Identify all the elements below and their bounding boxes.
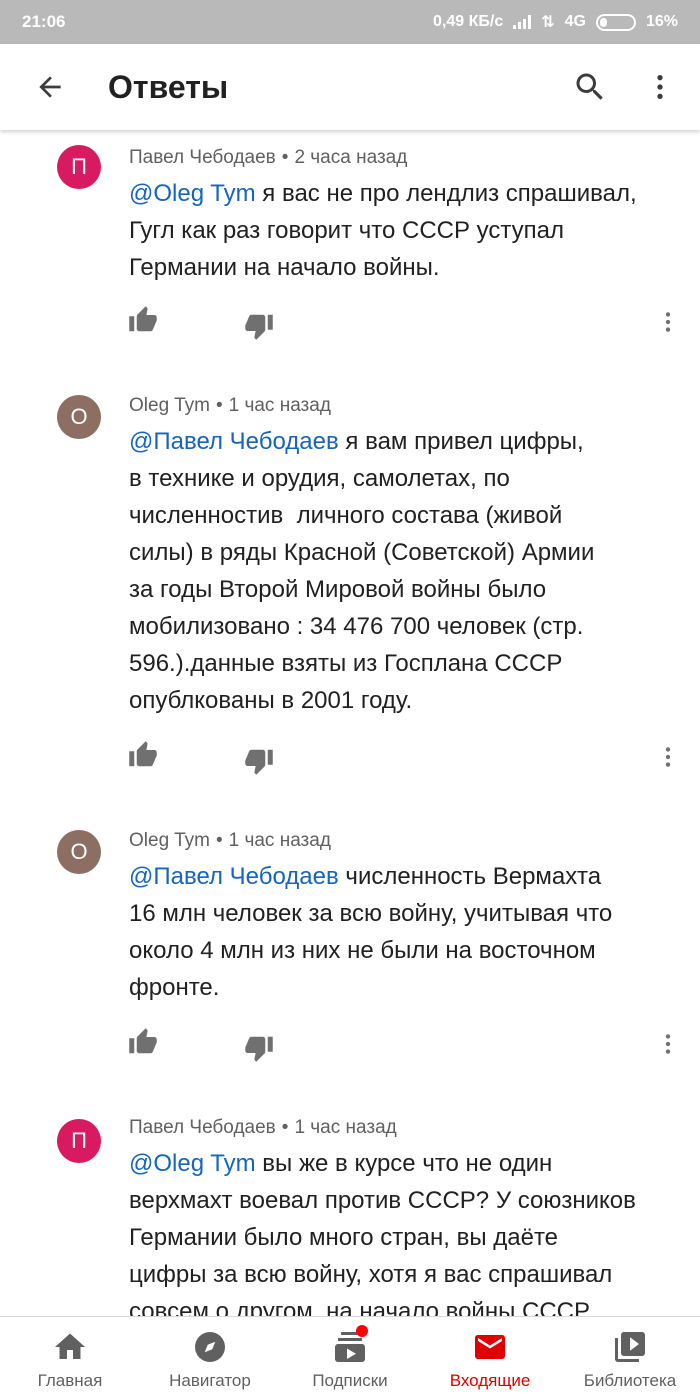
bottom-navigation: Главная Навигатор Подписки Входящие Библ… [0,1316,700,1400]
comment-author[interactable]: Павел Чебодаев [129,1117,276,1138]
notification-dot [356,1325,368,1337]
avatar[interactable]: O [57,830,101,874]
comment-menu-button[interactable] [655,742,681,777]
comment-mention[interactable]: @Oleg Tym [129,1150,256,1177]
comment-text: @Павел Чебодаев численность Вермахта 16 … [129,858,670,1006]
comment-meta: Oleg Tym • 1 час назад [129,393,670,419]
search-icon [576,73,603,100]
more-vert-icon [665,1034,671,1054]
comment-author[interactable]: Павел Чебодаев [129,147,276,168]
comment-body: я вам привел цифры, в технике и орудия, … [129,428,595,714]
comment-time: 2 часа назад [294,147,408,168]
battery-level: 16% [645,13,678,30]
more-vert-icon [665,747,671,767]
nav-subscriptions[interactable]: Подписки [280,1317,420,1400]
avatar-letter: O [70,404,88,429]
thumb-up-icon [129,1028,157,1054]
nav-subscriptions-label: Подписки [312,1371,388,1390]
comment-item: П Павел Чебодаев • 2 часа назад @Oleg Tym … [0,145,700,286]
nav-home-label: Главная [37,1371,103,1390]
comment-time: 1 час назад [294,1117,397,1138]
comment-text: @Oleg Tym я вас не про лендлиз спрашивал… [129,175,670,286]
meta-separator: • [281,147,289,168]
thumb-up-icon [129,741,157,767]
status-time: 21:06 [22,12,66,31]
search-button[interactable] [550,44,630,130]
data-arrows-icon: ⇅ [541,14,555,31]
battery-icon [595,13,636,31]
nav-explore-label: Навигатор [169,1371,251,1390]
like-button[interactable] [128,305,158,340]
comment-actions [0,305,700,345]
inbox-mail-icon [470,1329,510,1365]
comment-meta: Oleg Tym • 1 час назад [129,828,670,854]
nav-library-label: Библиотека [583,1371,677,1390]
comment-item: П Павел Чебодаев • 1 час назад @Oleg Tym в… [0,1115,700,1316]
library-icon [610,1329,650,1365]
avatar-letter: П [71,1128,87,1153]
network-type: 4G [564,13,586,30]
meta-separator: • [281,1117,289,1138]
app-bar: Ответы [0,44,700,130]
wifi-signal-icon [513,15,532,29]
comment-meta: Павел Чебодаев • 2 часа назад [129,145,670,171]
nav-inbox[interactable]: Входящие [420,1317,560,1400]
comment-time: 1 час назад [228,830,331,851]
more-vert-icon [657,75,663,99]
overflow-menu-button[interactable] [630,44,690,130]
comment-item: O Oleg Tym • 1 час назад @Павел Чебодаев я… [0,393,700,719]
meta-separator: • [215,830,223,851]
nav-explore[interactable]: Навигатор [140,1317,280,1400]
thumb-down-icon [245,749,273,775]
page-title: Ответы [108,68,229,105]
comment-menu-button[interactable] [655,1029,681,1064]
avatar-letter: П [71,154,87,179]
thumb-down-icon [245,314,273,340]
thumb-up-icon [129,306,157,332]
comment-time: 1 час назад [228,395,331,416]
compass-icon [190,1329,230,1365]
comment-mention[interactable]: @Павел Чебодаев [129,863,339,890]
subscriptions-icon [330,1325,370,1365]
arrow-back-icon [39,76,61,98]
dislike-button[interactable] [244,311,274,346]
more-vert-icon [665,312,671,332]
comment-menu-button[interactable] [655,307,681,342]
comment-actions [0,740,700,780]
like-button[interactable] [128,740,158,775]
network-speed: 0,49 КБ/с [433,13,504,30]
avatar[interactable]: O [57,395,101,439]
comment-text: @Oleg Tym вы же в курсе что не один верх… [129,1145,670,1316]
avatar-letter: O [70,839,88,864]
comment-author[interactable]: Oleg Tym [129,830,210,851]
like-button[interactable] [128,1027,158,1062]
back-button[interactable] [0,44,100,130]
home-icon [50,1329,90,1365]
comment-author[interactable]: Oleg Tym [129,395,210,416]
avatar[interactable]: П [57,1119,101,1163]
comment-meta: Павел Чебодаев • 1 час назад [129,1115,670,1141]
dislike-button[interactable] [244,1033,274,1068]
nav-inbox-label: Входящие [449,1371,531,1390]
nav-home[interactable]: Главная [0,1317,140,1400]
thumb-down-icon [245,1036,273,1062]
replies-list: П Павел Чебодаев • 2 часа назад @Oleg Tym … [0,130,700,1316]
comment-item: O Oleg Tym • 1 час назад @Павел Чебодаев ч… [0,828,700,1006]
comment-mention[interactable]: @Павел Чебодаев [129,428,339,455]
avatar[interactable]: П [57,145,101,189]
nav-library[interactable]: Библиотека [560,1317,700,1400]
comment-text: @Павел Чебодаев я вам привел цифры, в те… [129,423,670,719]
comment-mention[interactable]: @Oleg Tym [129,180,256,207]
meta-separator: • [215,395,223,416]
status-right: 0,49 КБ/с ⇅ 4G 16% [433,12,678,32]
status-bar: 21:06 0,49 КБ/с ⇅ 4G 16% [0,0,700,44]
comment-actions [0,1027,700,1067]
dislike-button[interactable] [244,746,274,781]
